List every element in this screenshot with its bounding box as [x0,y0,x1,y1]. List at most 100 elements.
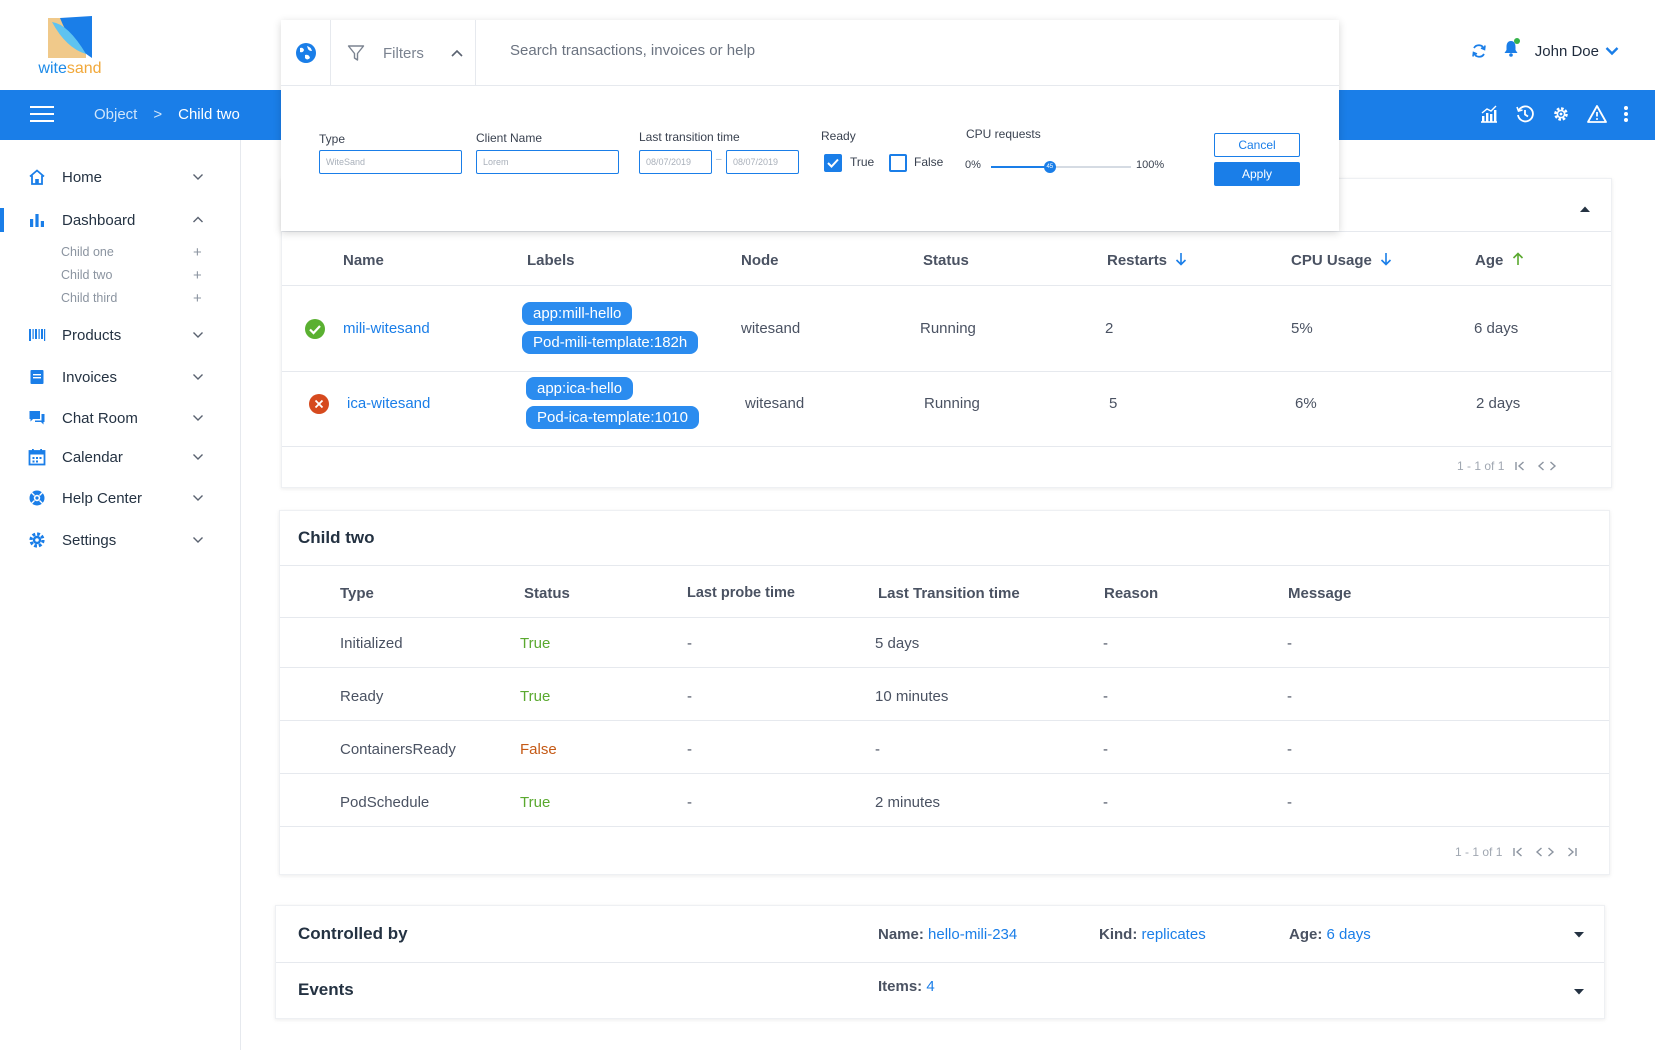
filters-label: Filters [383,45,424,62]
column-header-last-probe-time[interactable]: Last probe time [687,585,795,601]
collapse-caret-icon[interactable] [1579,205,1591,213]
search-input[interactable] [510,42,1110,59]
condition-probe-time: - [687,794,692,811]
pagination-info: 1 - 1 of 1 [1455,845,1503,859]
plus-icon[interactable]: + [193,244,202,261]
sidebar-subitem-label: Child third [61,291,118,305]
controlled-by-row[interactable]: Controlled by Name: hello-mili-234 Kind:… [276,906,1604,962]
next-page-icon[interactable] [1546,846,1556,858]
breadcrumb-item-object[interactable]: Object [94,106,137,123]
events-items: Items: 4 [878,978,935,995]
sidebar-item-home[interactable]: Home [0,162,240,192]
next-page-icon[interactable] [1548,460,1558,472]
pod-name-link[interactable]: ica-witesand [347,395,430,412]
sidebar-item-products[interactable]: Products [0,320,240,350]
pod-name-link[interactable]: mili-witesand [343,320,430,337]
expand-caret-icon[interactable] [1573,931,1585,939]
divider [280,773,1609,774]
notification-button[interactable] [1503,38,1520,62]
pods-pagination: 1 - 1 of 1 [1457,459,1558,473]
column-header-type[interactable]: Type [340,585,374,602]
ready-false-checkbox[interactable] [889,154,907,172]
error-status-icon [309,394,329,414]
chevron-down-icon [193,374,203,380]
sidebar-item-help-center[interactable]: Help Center [0,483,240,513]
refresh-icon[interactable] [1471,43,1487,59]
chat-icon [29,411,45,425]
prev-page-icon[interactable] [1536,460,1546,472]
condition-reason: - [1103,794,1108,811]
expand-caret-icon[interactable] [1573,988,1585,996]
field-value[interactable]: replicates [1142,926,1206,943]
conditions-pagination: 1 - 1 of 1 [1455,845,1578,859]
column-header-cpu-usage[interactable]: CPU Usage [1291,252,1392,269]
sidebar-item-dashboard[interactable]: Dashboard [0,205,240,235]
apply-button[interactable]: Apply [1214,162,1300,186]
pod-status: Running [924,395,980,412]
sidebar-item-settings[interactable]: Settings [0,525,240,555]
filters-toggle[interactable]: Filters [331,20,476,86]
user-menu[interactable]: John Doe [1535,43,1619,60]
field-value: 6 days [1326,926,1371,943]
sidebar-subitem-child-two[interactable]: Child two + [61,267,211,284]
column-header-message[interactable]: Message [1288,585,1351,602]
brand-logo[interactable]: witesand [30,14,110,78]
field-value: 4 [926,978,935,995]
condition-type: PodSchedule [340,794,430,811]
cpu-slider-thumb[interactable]: 45 [1043,161,1056,173]
more-vertical-icon[interactable] [1623,104,1629,124]
field-value[interactable]: hello-mili-234 [928,926,1017,943]
history-icon[interactable] [1515,104,1535,124]
logo-mark-icon [48,16,92,58]
column-header-labels[interactable]: Labels [527,252,575,269]
date-from-input[interactable]: 08/07/2019 [639,150,712,174]
hamburger-menu-icon[interactable] [30,106,54,124]
column-header-node[interactable]: Node [741,252,779,269]
type-input[interactable]: WiteSand [319,150,462,174]
sidebar-subitem-child-one[interactable]: Child one + [61,244,211,261]
condition-message: - [1287,635,1292,652]
region-selector[interactable] [281,20,331,86]
sidebar-item-calendar[interactable]: Calendar [0,442,240,472]
pagination-info: 1 - 1 of 1 [1457,459,1505,473]
date-to-input[interactable]: 08/07/2019 [726,150,799,174]
sidebar-item-label: Calendar [62,448,123,466]
notification-dot [1513,38,1520,44]
column-header-restarts[interactable]: Restarts [1107,252,1187,269]
client-name-input[interactable]: Lorem [476,150,619,174]
first-page-icon[interactable] [1514,460,1526,472]
first-page-icon[interactable] [1512,846,1524,858]
plus-icon[interactable]: + [193,290,202,307]
column-header-reason[interactable]: Reason [1104,585,1158,602]
settings-gear-icon[interactable] [1551,104,1571,124]
sidebar-item-label: Chat Room [62,409,138,427]
bar-chart-icon [30,214,44,227]
sort-down-icon [1176,253,1187,266]
user-name: John Doe [1534,42,1599,60]
gear-icon [29,532,45,548]
ready-true-checkbox[interactable] [824,154,842,172]
plus-icon[interactable]: + [193,267,202,284]
sidebar-subitem-child-third[interactable]: Child third + [61,290,211,307]
sidebar-item-invoices[interactable]: Invoices [0,362,240,392]
condition-probe-time: - [687,635,692,652]
sidebar-item-chat-room[interactable]: Chat Room [0,403,240,433]
prev-page-icon[interactable] [1534,846,1544,858]
filter-panel: Filters Type WiteSand Client Name Lorem … [281,20,1339,231]
column-header-label: CPU Usage [1291,252,1372,269]
last-page-icon[interactable] [1566,846,1578,858]
column-header-status[interactable]: Status [923,252,969,269]
events-row[interactable]: Events Items: 4 [276,963,1604,1019]
pod-restarts: 2 [1105,320,1114,337]
condition-message: - [1287,741,1292,758]
column-header-age[interactable]: Age [1475,252,1524,269]
warning-icon[interactable] [1587,104,1607,124]
column-header-status[interactable]: Status [524,585,570,602]
column-header-last-transition-time[interactable]: Last Transition time [878,585,1020,602]
chevron-down-icon [193,495,203,501]
client-name-label: Client Name [476,131,543,145]
cancel-button[interactable]: Cancel [1214,133,1300,157]
analytics-icon[interactable] [1479,104,1499,124]
cpu-slider-track[interactable]: 45 [991,161,1131,173]
column-header-name[interactable]: Name [343,252,384,269]
